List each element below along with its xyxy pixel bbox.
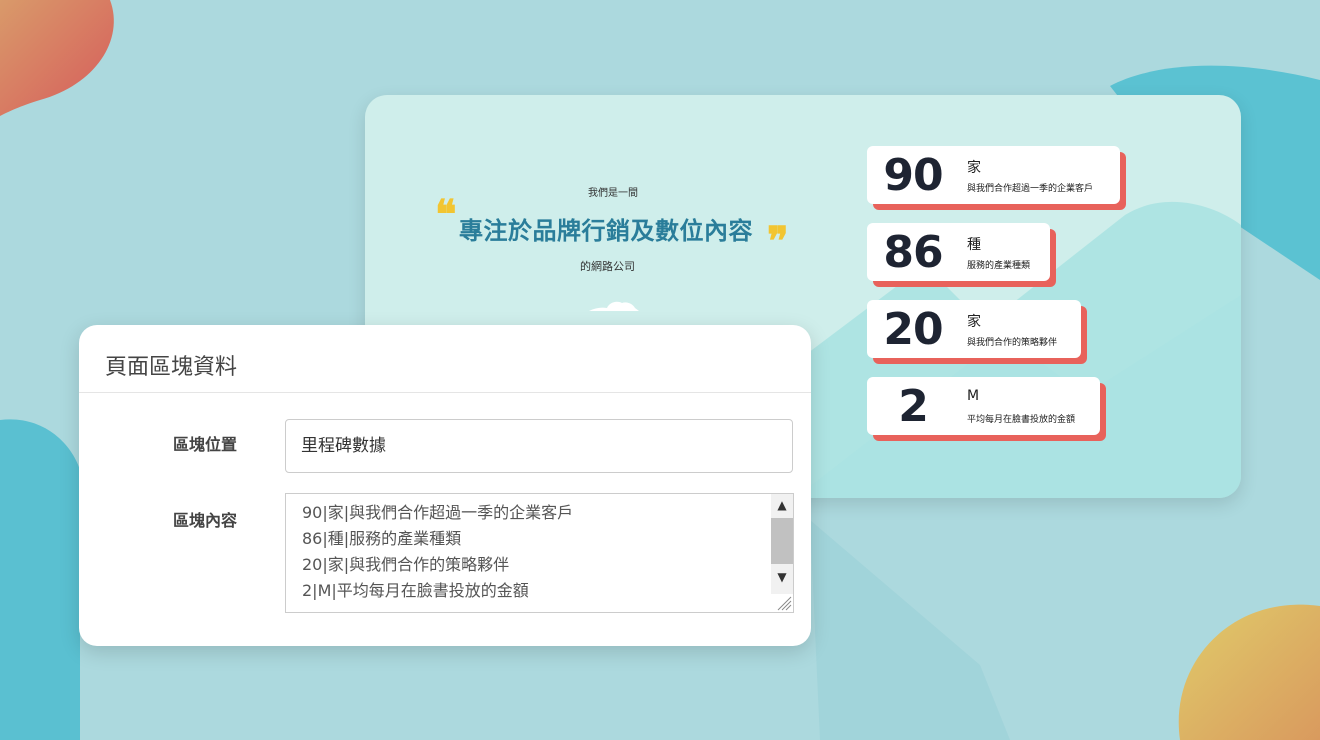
stat-card: 90 家 與我們合作超過一季的企業客戶 bbox=[867, 146, 1120, 204]
stat-description: 服務的產業種類 bbox=[967, 261, 1031, 271]
textarea-line: 90|家|與我們合作超過一季的企業客戶 bbox=[302, 503, 574, 522]
quote-open-icon: ❝ bbox=[435, 191, 457, 238]
stat-box: 86 種 服務的產業種類 bbox=[867, 223, 1050, 281]
content-textarea[interactable]: 90|家|與我們合作超過一季的企業客戶 86|種|服務的產業種類 20|家|與我… bbox=[285, 493, 794, 613]
stat-description: 平均每月在臉書投放的金額 bbox=[967, 415, 1076, 425]
stat-unit: M bbox=[967, 388, 980, 404]
stat-description: 與我們合作的策略夥伴 bbox=[967, 338, 1058, 348]
stat-number: 90 bbox=[883, 150, 943, 201]
scroll-down-icon[interactable]: ▼ bbox=[771, 566, 793, 588]
resize-handle-icon[interactable] bbox=[774, 593, 792, 611]
position-label: 區塊位置 bbox=[173, 435, 238, 454]
scrollbar-thumb[interactable] bbox=[771, 518, 793, 564]
cloud-icon bbox=[589, 301, 639, 311]
stat-unit: 種 bbox=[967, 237, 981, 253]
stat-description: 與我們合作超過一季的企業客戶 bbox=[967, 184, 1094, 194]
quote-close-icon: ❞ bbox=[767, 218, 789, 265]
textarea-content: 90|家|與我們合作超過一季的企業客戶 86|種|服務的產業種類 20|家|與我… bbox=[302, 500, 573, 604]
stat-unit: 家 bbox=[967, 314, 981, 330]
scroll-up-icon[interactable]: ▲ bbox=[771, 494, 793, 516]
stat-number: 20 bbox=[883, 304, 943, 355]
hero-intro-text: 我們是一間 bbox=[588, 188, 638, 199]
stat-card: 2 M 平均每月在臉書投放的金額 bbox=[867, 377, 1100, 435]
stat-card: 86 種 服務的產業種類 bbox=[867, 223, 1050, 281]
form-title: 頁面區塊資料 bbox=[105, 355, 238, 380]
stat-box: 20 家 與我們合作的策略夥伴 bbox=[867, 300, 1081, 358]
content-label: 區塊內容 bbox=[173, 511, 238, 530]
stat-number: 86 bbox=[883, 227, 943, 278]
stat-card: 20 家 與我們合作的策略夥伴 bbox=[867, 300, 1081, 358]
stat-box: 90 家 與我們合作超過一季的企業客戶 bbox=[867, 146, 1120, 204]
position-input[interactable]: 里程碑數據 bbox=[285, 419, 793, 473]
hero-tail-text: 的網路公司 bbox=[580, 260, 635, 273]
textarea-scrollbar[interactable]: ▲ ▼ bbox=[771, 494, 793, 594]
hero-headline: 專注於品牌行銷及數位內容 bbox=[459, 217, 753, 245]
stat-number: 2 bbox=[898, 381, 929, 432]
textarea-line: 20|家|與我們合作的策略夥伴 bbox=[302, 555, 510, 574]
form-divider bbox=[79, 392, 811, 393]
stat-unit: 家 bbox=[967, 160, 981, 176]
stat-box: 2 M 平均每月在臉書投放的金額 bbox=[867, 377, 1100, 435]
block-data-form-card: 頁面區塊資料 區塊位置 里程碑數據 區塊內容 90|家|與我們合作超過一季的企業… bbox=[79, 325, 811, 646]
textarea-line: 2|M|平均每月在臉書投放的金額 bbox=[302, 581, 529, 600]
textarea-line: 86|種|服務的產業種類 bbox=[302, 529, 462, 548]
